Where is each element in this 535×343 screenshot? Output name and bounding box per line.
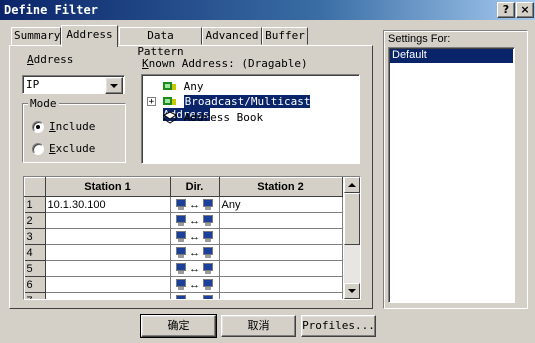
station1-cell[interactable] (45, 260, 171, 277)
station1-cell[interactable] (45, 276, 171, 293)
direction-cell[interactable]: ↔ (170, 196, 220, 213)
exclude-radio[interactable] (32, 143, 44, 155)
computer-icon (175, 247, 187, 259)
table-row[interactable]: 7↔ (24, 292, 343, 300)
tab-advanced[interactable]: Advanced (202, 27, 262, 45)
direction-cell[interactable]: ↔ (170, 212, 220, 229)
expand-icon[interactable]: + (147, 97, 156, 107)
dropdown-arrow-icon[interactable] (105, 77, 123, 94)
grid-scrollbar[interactable] (344, 177, 360, 299)
station1-header[interactable]: Station 1 (44, 177, 171, 197)
scroll-up-icon[interactable] (344, 177, 360, 193)
direction-cell[interactable]: ↔ (170, 276, 220, 293)
known-address-tree[interactable]: Any + Broadcast/Multicast Address Addres… (141, 74, 360, 164)
computer-icon (175, 295, 187, 299)
row-number[interactable]: 3 (24, 228, 46, 245)
tab-data-pattern[interactable]: Data Pattern (119, 27, 202, 58)
book-icon (163, 112, 177, 124)
bidirectional-arrow: ↔ (189, 230, 200, 243)
computer-icon (175, 279, 187, 291)
exclude-label[interactable]: Exclude (49, 142, 95, 155)
include-label[interactable]: Include (49, 120, 95, 133)
computer-icon (175, 215, 187, 227)
tree-item-any[interactable]: Any (163, 80, 204, 93)
table-row[interactable]: 4 ↔ (24, 244, 343, 261)
row-number[interactable]: 7 (24, 292, 46, 299)
computer-icon (175, 231, 187, 243)
network-icon (163, 82, 176, 90)
help-button[interactable]: ? (497, 2, 515, 18)
tab-summary[interactable]: Summary (11, 27, 61, 45)
address-type-select[interactable]: IP (22, 75, 125, 94)
settings-label: Settings For: (388, 33, 451, 45)
station2-header[interactable]: Station 2 (218, 177, 343, 197)
bidirectional-arrow: ↔ (189, 198, 200, 211)
station1-cell[interactable] (45, 228, 171, 245)
mode-label: Mode (28, 97, 59, 110)
row-number[interactable]: 4 (24, 244, 46, 261)
station2-cell[interactable] (219, 228, 343, 245)
tab-address[interactable]: Address (61, 25, 118, 47)
table-row[interactable]: 5 ↔ (24, 260, 343, 277)
grid-corner (24, 177, 46, 197)
title-bar: Define Filter ? × (0, 0, 535, 20)
computer-icon (202, 199, 214, 211)
direction-cell[interactable]: ↔ (170, 260, 220, 277)
address-type-value: IP (26, 78, 40, 91)
tree-item-address-book[interactable]: Address Book (163, 111, 263, 124)
profiles-button[interactable]: Profiles... (301, 315, 376, 337)
station2-cell[interactable] (219, 292, 343, 299)
cancel-button[interactable]: 取消 (221, 315, 296, 337)
station-table: Station 1 Dir. Station 2 1 10.1.30.100 ↔ An… (24, 177, 343, 300)
computer-icon (202, 279, 214, 291)
station2-cell[interactable] (219, 260, 343, 277)
direction-cell[interactable]: ↔ (170, 228, 220, 245)
direction-cell[interactable]: ↔ (170, 292, 220, 300)
scroll-thumb[interactable] (344, 193, 360, 245)
computer-icon (202, 215, 214, 227)
station1-cell[interactable] (45, 292, 171, 299)
table-row[interactable]: 6 ↔ (24, 276, 343, 293)
station1-cell[interactable]: 10.1.30.100 (45, 196, 171, 213)
known-address-label: Known Address: (Dragable) (142, 57, 308, 70)
row-number[interactable]: 6 (24, 276, 46, 293)
station1-cell[interactable] (45, 244, 171, 261)
ok-button[interactable]: 确定 (140, 314, 217, 338)
settings-item-default[interactable]: Default (390, 49, 513, 63)
table-row[interactable]: 3 ↔ (24, 228, 343, 245)
bidirectional-arrow: ↔ (189, 278, 200, 291)
include-radio[interactable] (32, 121, 44, 133)
bidirectional-arrow: ↔ (189, 262, 200, 275)
station2-cell[interactable] (219, 212, 343, 229)
station-grid[interactable]: Station 1 Dir. Station 2 1 10.1.30.100 ↔ An… (23, 176, 361, 300)
direction-header[interactable]: Dir. (169, 177, 220, 197)
bidirectional-arrow: ↔ (189, 295, 200, 300)
bidirectional-arrow: ↔ (189, 214, 200, 227)
scroll-down-icon[interactable] (344, 283, 360, 299)
address-label: Address (27, 53, 74, 66)
close-button[interactable]: × (516, 2, 534, 18)
window-title: Define Filter (4, 3, 98, 17)
tab-buffer[interactable]: Buffer (262, 27, 308, 45)
direction-cell[interactable]: ↔ (170, 244, 220, 261)
row-number[interactable]: 2 (24, 212, 46, 229)
computer-icon (175, 199, 187, 211)
table-row[interactable]: 2 ↔ (24, 212, 343, 229)
computer-icon (175, 263, 187, 275)
station2-cell[interactable]: Any (219, 196, 343, 213)
computer-icon (202, 247, 214, 259)
computer-icon (202, 263, 214, 275)
row-number[interactable]: 1 (24, 196, 46, 213)
station2-cell[interactable] (219, 244, 343, 261)
table-row[interactable]: 1 10.1.30.100 ↔ Any (24, 196, 343, 213)
row-number[interactable]: 5 (24, 260, 46, 277)
station1-cell[interactable] (45, 212, 171, 229)
station2-cell[interactable] (219, 276, 343, 293)
computer-icon (202, 295, 214, 299)
computer-icon (202, 231, 214, 243)
bidirectional-arrow: ↔ (189, 246, 200, 259)
network-icon (163, 97, 176, 105)
settings-list[interactable]: Default (388, 47, 515, 303)
